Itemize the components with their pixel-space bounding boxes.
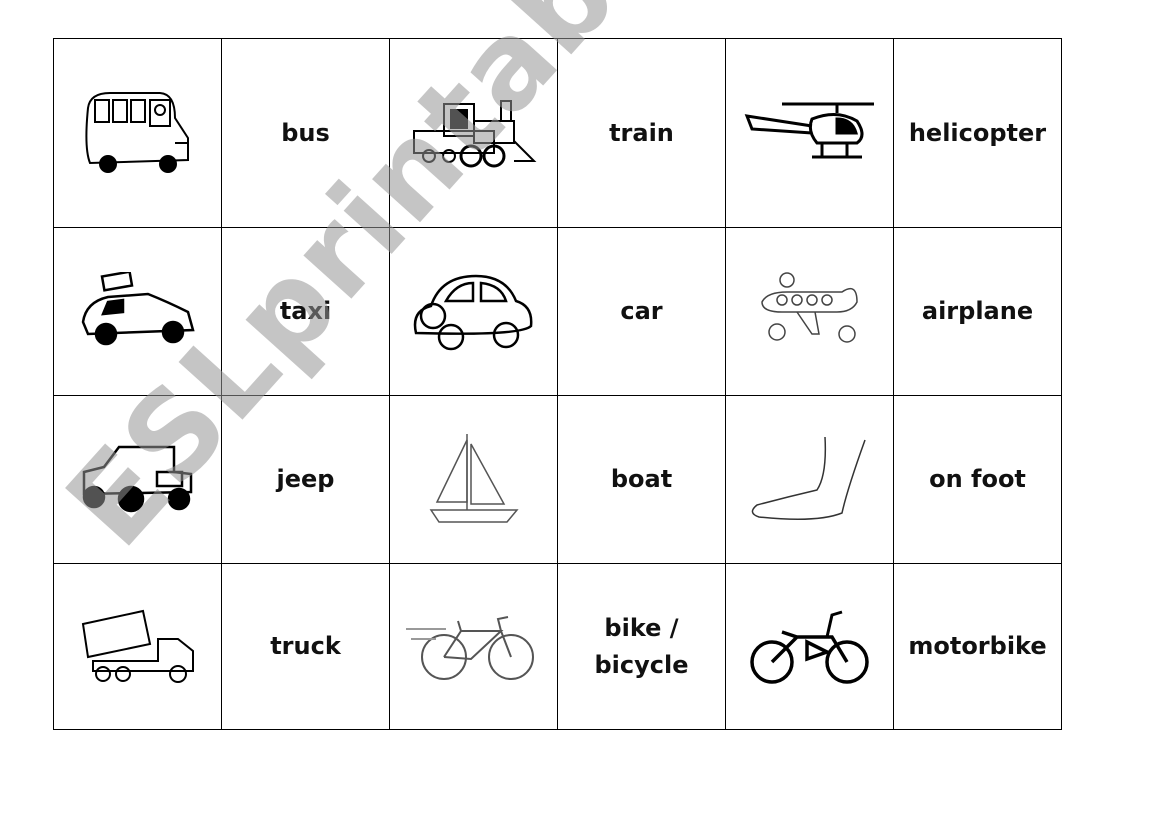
card-truck-word: truck — [221, 563, 390, 730]
boat-icon — [429, 434, 519, 523]
card-airplane-word: airplane — [893, 227, 1062, 396]
card-helicopter-picture — [725, 38, 894, 228]
bicycle-icon — [406, 616, 534, 680]
card-motorbike-word: motorbike — [893, 563, 1062, 730]
truck-icon — [81, 609, 194, 683]
card-train-picture — [389, 38, 558, 228]
card-car-picture — [389, 227, 558, 396]
vocabulary-card-grid: bus train helicopter taxi car airplane j… — [53, 38, 1062, 730]
card-jeep-word: jeep — [221, 395, 390, 564]
card-motorbike-picture — [725, 563, 894, 730]
airplane-icon — [761, 271, 858, 343]
bus-icon — [85, 92, 189, 173]
card-boat-word: boat — [557, 395, 726, 564]
foot-icon — [751, 436, 866, 520]
card-bus-word: bus — [221, 38, 390, 228]
card-boat-picture — [389, 395, 558, 564]
card-truck-picture — [53, 563, 222, 730]
train-icon — [412, 99, 536, 167]
helicopter-icon — [744, 102, 874, 158]
motorbike-icon — [750, 610, 869, 684]
card-airplane-picture — [725, 227, 894, 396]
card-helicopter-word: helicopter — [893, 38, 1062, 228]
taxi-icon — [81, 271, 195, 345]
card-jeep-picture — [53, 395, 222, 564]
card-on-foot-word: on foot — [893, 395, 1062, 564]
jeep-icon — [82, 445, 192, 513]
car-icon — [413, 274, 533, 350]
card-bicycle-word: bike / bicycle — [557, 563, 726, 730]
card-on-foot-picture — [725, 395, 894, 564]
card-bicycle-picture — [389, 563, 558, 730]
card-taxi-word: taxi — [221, 227, 390, 396]
card-train-word: train — [557, 38, 726, 228]
card-bus-picture — [53, 38, 222, 228]
card-taxi-picture — [53, 227, 222, 396]
card-car-word: car — [557, 227, 726, 396]
